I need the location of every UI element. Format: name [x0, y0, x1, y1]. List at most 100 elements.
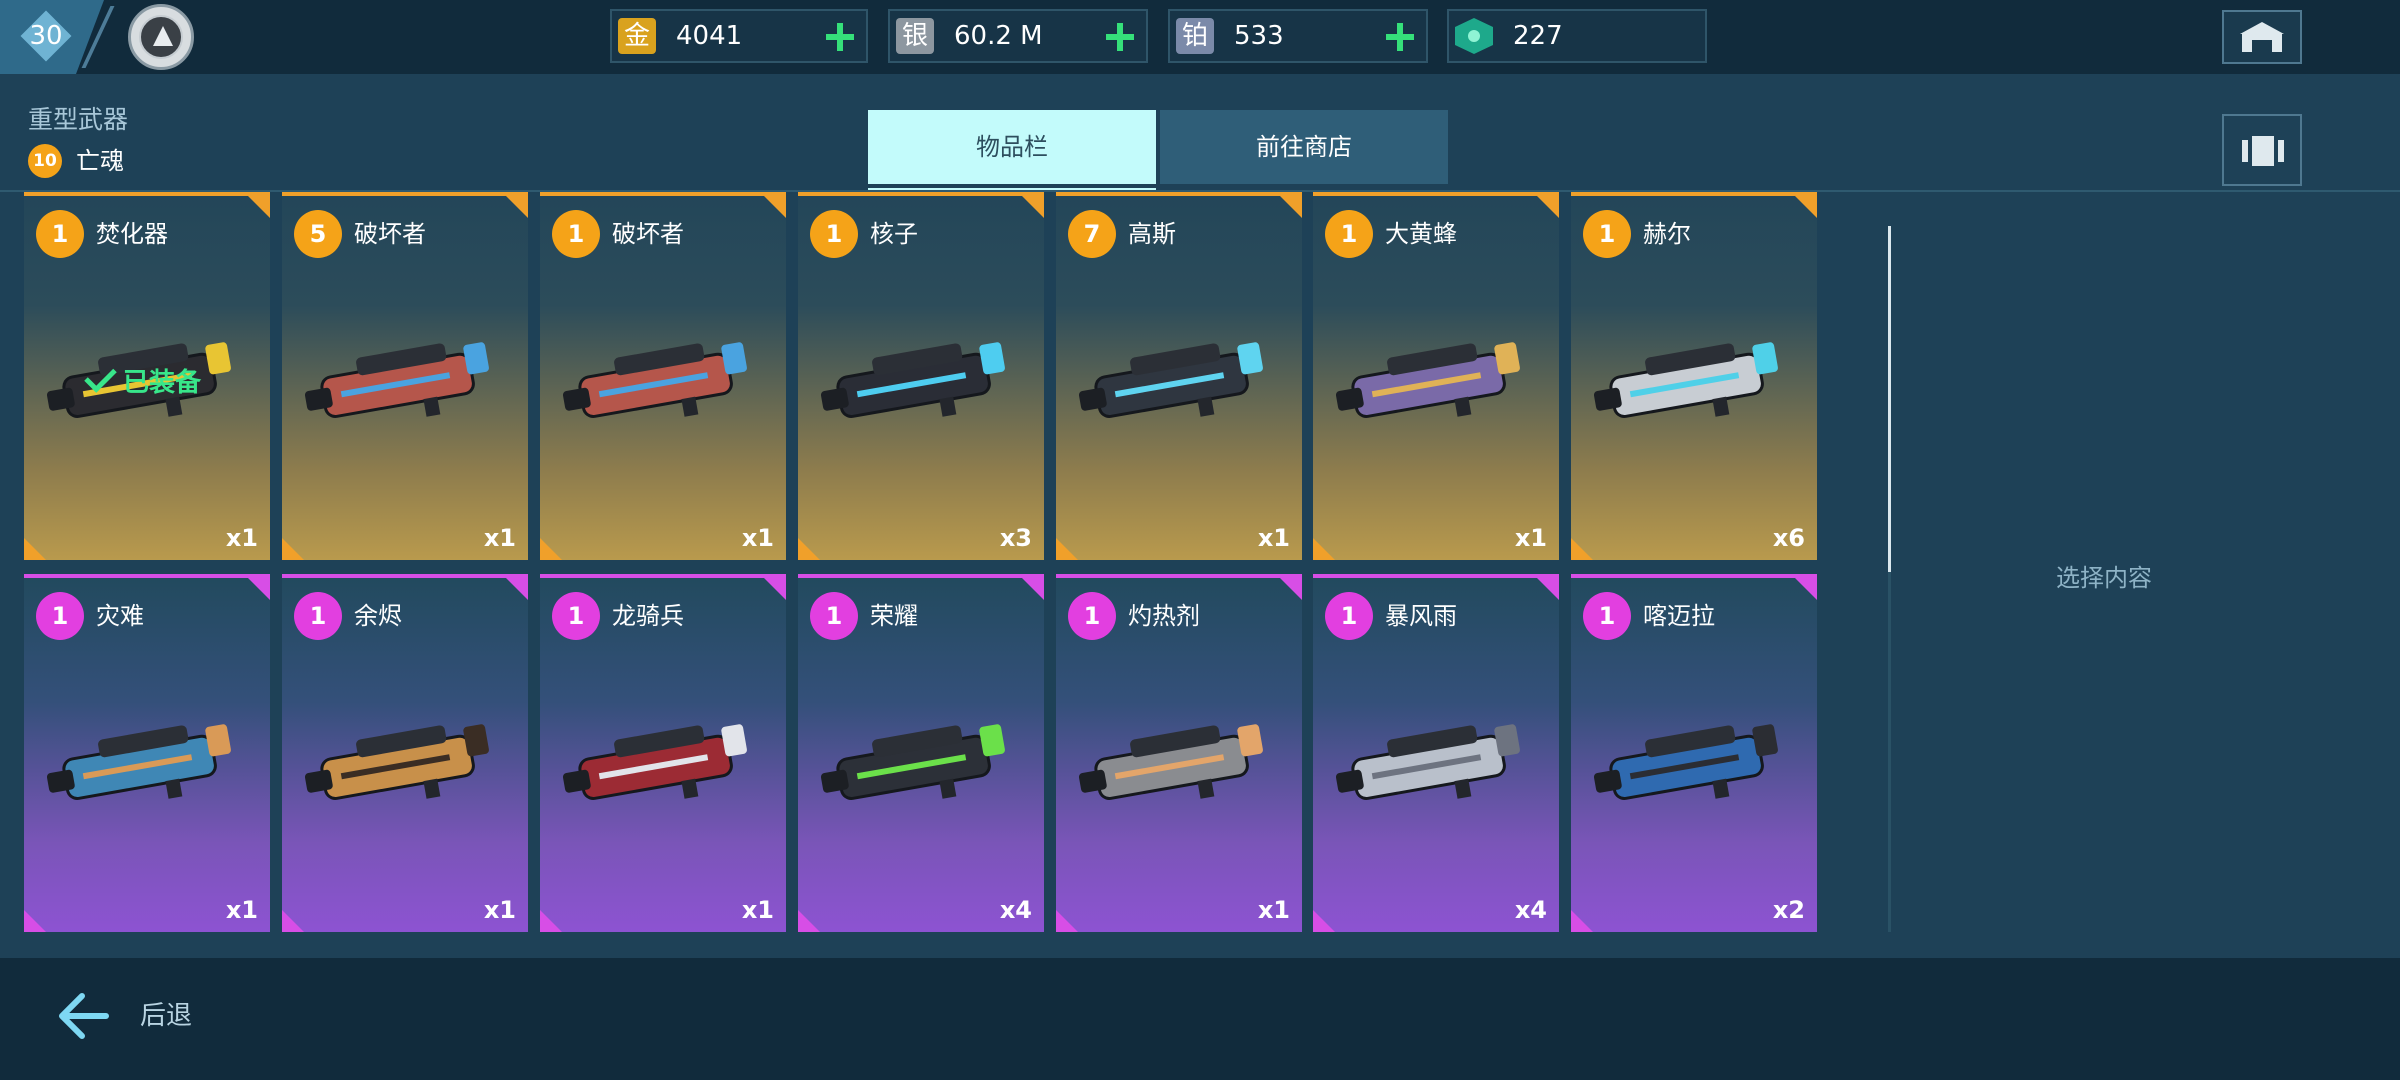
item-card[interactable]: 1 余烬 x1 [282, 574, 528, 932]
weapon-image [304, 342, 489, 418]
rarity-corner [248, 196, 270, 218]
item-level-badge: 1 [552, 592, 600, 640]
item-card[interactable]: 1 核子 x3 [798, 192, 1044, 560]
rarity-corner [1022, 196, 1044, 218]
item-name: 焚化器 [96, 220, 168, 248]
item-quantity: x4 [999, 896, 1032, 924]
item-card[interactable]: 7 高斯 x1 [1056, 192, 1302, 560]
player-level-badge[interactable]: 30 [0, 0, 104, 74]
item-card[interactable]: 1 荣耀 x4 [798, 574, 1044, 932]
item-card[interactable]: 1 龙骑兵 x1 [540, 574, 786, 932]
rarity-corner [1571, 538, 1593, 560]
item-level-badge: 5 [294, 210, 342, 258]
item-quantity: x1 [225, 524, 258, 552]
weapon-image [1335, 724, 1520, 800]
equipped-label: 已装备 [123, 368, 202, 398]
item-level-badge: 1 [810, 210, 858, 258]
rarity-corner [540, 910, 562, 932]
item-card[interactable]: 1 喀迈拉 x2 [1571, 574, 1817, 932]
back-arrow-icon[interactable] [56, 988, 112, 1044]
weapon-image [1078, 724, 1263, 800]
checkmark-icon [84, 360, 117, 393]
rarity-corner [1313, 538, 1335, 560]
item-name: 灼热剂 [1128, 602, 1200, 630]
currency-silver: 银 60.2 M [888, 9, 1148, 63]
item-quantity: x1 [483, 896, 516, 924]
item-card[interactable]: 5 破坏者 x1 [282, 192, 528, 560]
item-level-badge: 1 [810, 592, 858, 640]
weapon-image [820, 342, 1005, 418]
currency-gold: 金 4041 [610, 9, 868, 63]
gold-amount: 4041 [676, 21, 743, 51]
item-card[interactable]: 1 灾难 x1 [24, 574, 270, 932]
rarity-corner [506, 196, 528, 218]
rarity-corner [1313, 910, 1335, 932]
item-quantity: x1 [741, 524, 774, 552]
item-name: 灾难 [96, 602, 144, 630]
rarity-corner [1280, 196, 1302, 218]
rarity-corner [248, 578, 270, 600]
item-card[interactable]: 1 大黄蜂 x1 [1313, 192, 1559, 560]
category-title: 重型武器 [28, 105, 129, 134]
item-name: 余烬 [354, 602, 402, 630]
hangar-icon [2240, 22, 2284, 34]
item-level-badge: 1 [36, 592, 84, 640]
add-platinum-button[interactable] [1384, 21, 1416, 53]
item-name: 高斯 [1128, 220, 1176, 248]
add-gold-button[interactable] [824, 21, 856, 53]
item-card[interactable]: 1 暴风雨 x4 [1313, 574, 1559, 932]
item-name: 破坏者 [354, 220, 426, 248]
bottom-bar [0, 958, 2400, 1080]
equipped-indicator: 已装备 [84, 360, 202, 399]
item-card[interactable]: 1 灼热剂 x1 [1056, 574, 1302, 932]
item-level-badge: 1 [1325, 210, 1373, 258]
rarity-corner [1022, 578, 1044, 600]
item-quantity: x1 [1514, 524, 1547, 552]
item-level-badge: 7 [1068, 210, 1116, 258]
item-card[interactable]: 1 赫尔 x6 [1571, 192, 1817, 560]
item-card[interactable]: 1 焚化器 x1 已装备 [24, 192, 270, 560]
item-card[interactable]: 1 破坏者 x1 [540, 192, 786, 560]
owner-name: 亡魂 [76, 147, 124, 175]
rarity-corner [1795, 578, 1817, 600]
item-name: 大黄蜂 [1385, 220, 1457, 248]
view-toggle-button[interactable] [2222, 114, 2302, 186]
item-quantity: x3 [999, 524, 1032, 552]
weapon-image [1593, 724, 1778, 800]
profile-emblem-icon[interactable] [128, 4, 194, 70]
currency-platinum: 铂 533 [1168, 9, 1428, 63]
weapon-image [1078, 342, 1263, 418]
item-name: 核子 [870, 220, 918, 248]
rarity-corner [798, 538, 820, 560]
weapon-image [46, 724, 231, 800]
rarity-corner [24, 538, 46, 560]
gem-icon [1455, 18, 1493, 54]
item-name: 龙骑兵 [612, 602, 684, 630]
gold-icon: 金 [618, 18, 656, 54]
rarity-corner [1056, 910, 1078, 932]
back-button[interactable]: 后退 [140, 996, 192, 1036]
rarity-corner [1280, 578, 1302, 600]
item-name: 喀迈拉 [1643, 602, 1715, 630]
weapon-image [562, 342, 747, 418]
tab-inventory[interactable]: 物品栏 [868, 110, 1156, 192]
detail-scrollbar[interactable] [1888, 226, 1891, 572]
item-level-badge: 1 [294, 592, 342, 640]
add-silver-button[interactable] [1104, 21, 1136, 53]
rarity-corner [1571, 910, 1593, 932]
weapon-image [562, 724, 747, 800]
player-level: 30 [29, 21, 63, 51]
hangar-button[interactable] [2222, 10, 2302, 64]
item-quantity: x1 [1257, 896, 1290, 924]
tab-shop[interactable]: 前往商店 [1160, 110, 1448, 184]
item-quantity: x1 [741, 896, 774, 924]
item-quantity: x4 [1514, 896, 1547, 924]
item-level-badge: 1 [552, 210, 600, 258]
weapon-image [820, 724, 1005, 800]
item-level-badge: 1 [1583, 592, 1631, 640]
tab-inventory-label: 物品栏 [976, 133, 1048, 161]
silver-icon: 银 [896, 18, 934, 54]
item-quantity: x1 [225, 896, 258, 924]
item-quantity: x1 [483, 524, 516, 552]
rarity-corner [540, 538, 562, 560]
